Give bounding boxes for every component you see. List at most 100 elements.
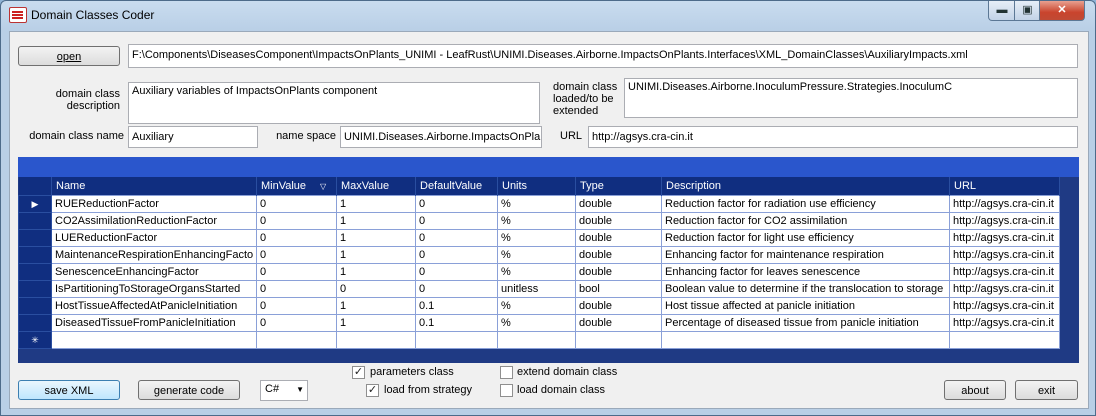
cell-defaultvalue[interactable]: 0 (415, 195, 498, 213)
new-cell-name[interactable] (51, 331, 257, 349)
generate-code-button[interactable]: generate code (138, 380, 240, 400)
new-cell-minvalue[interactable] (256, 331, 337, 349)
table-row[interactable]: HostTissueAffectedAtPanicleInitiation 0 1 0… (18, 297, 1060, 315)
cell-type[interactable]: double (575, 246, 662, 264)
column-header-maxvalue[interactable]: MaxValue (336, 177, 416, 196)
cell-type[interactable]: double (575, 195, 662, 213)
cell-defaultvalue[interactable]: 0.1 (415, 297, 498, 315)
table-row[interactable]: DiseasedTissueFromPanicleInitiation 0 1 0.1… (18, 314, 1060, 332)
cell-description[interactable]: Reduction factor for radiation use effic… (661, 195, 950, 213)
minimize-button[interactable]: ▬ (988, 1, 1016, 21)
cell-type[interactable]: double (575, 229, 662, 247)
cell-url[interactable]: http://agsys.cra-cin.it (949, 246, 1060, 264)
cell-minvalue[interactable]: 0 (256, 297, 337, 315)
row-header[interactable] (18, 314, 52, 332)
load-from-strategy-checkbox[interactable]: ✓ (366, 384, 379, 397)
cell-description[interactable]: Host tissue affected at panicle initiati… (661, 297, 950, 315)
cell-url[interactable]: http://agsys.cra-cin.it (949, 195, 1060, 213)
column-header-minvalue[interactable]: MinValue ▽ (256, 177, 337, 196)
cell-minvalue[interactable]: 0 (256, 212, 337, 230)
table-row[interactable]: ▶ RUEReductionFactor 0 1 0% double Reduction f… (18, 195, 1060, 213)
cell-name[interactable]: RUEReductionFactor (51, 195, 257, 213)
cell-type[interactable]: bool (575, 280, 662, 298)
cell-minvalue[interactable]: 0 (256, 229, 337, 247)
cell-defaultvalue[interactable]: 0 (415, 246, 498, 264)
cell-url[interactable]: http://agsys.cra-cin.it (949, 297, 1060, 315)
cell-name[interactable]: IsPartitioningToStorageOrgansStarted (51, 280, 257, 298)
cell-units[interactable]: % (497, 263, 576, 281)
cell-url[interactable]: http://agsys.cra-cin.it (949, 212, 1060, 230)
cell-maxvalue[interactable]: 1 (336, 263, 416, 281)
row-header[interactable] (18, 229, 52, 247)
language-select[interactable]: C# ▼ (260, 380, 308, 401)
cell-units[interactable]: % (497, 195, 576, 213)
row-header[interactable] (18, 263, 52, 281)
cell-maxvalue[interactable]: 0 (336, 280, 416, 298)
cell-minvalue[interactable]: 0 (256, 280, 337, 298)
cell-description[interactable]: Reduction factor for CO2 assimilation (661, 212, 950, 230)
cell-defaultvalue[interactable]: 0 (415, 280, 498, 298)
cell-units[interactable]: % (497, 297, 576, 315)
cell-description[interactable]: Percentage of diseased tissue from panic… (661, 314, 950, 332)
cell-url[interactable]: http://agsys.cra-cin.it (949, 229, 1060, 247)
save-xml-button[interactable]: save XML (18, 380, 120, 400)
cell-url[interactable]: http://agsys.cra-cin.it (949, 263, 1060, 281)
cell-defaultvalue[interactable]: 0 (415, 212, 498, 230)
column-header-name[interactable]: Name (51, 177, 257, 196)
cell-units[interactable]: % (497, 246, 576, 264)
cell-description[interactable]: Boolean value to determine if the transl… (661, 280, 950, 298)
table-row[interactable]: IsPartitioningToStorageOrgansStarted 0 0 0 u… (18, 280, 1060, 298)
close-button[interactable]: ✕ (1039, 1, 1085, 21)
column-header-type[interactable]: Type (575, 177, 662, 196)
exit-button[interactable]: exit (1015, 380, 1078, 400)
cell-maxvalue[interactable]: 1 (336, 195, 416, 213)
cell-minvalue[interactable]: 0 (256, 195, 337, 213)
parameters-grid[interactable]: Name MinValue ▽ MaxValue DefaultValue Uni… (18, 157, 1079, 363)
row-header[interactable] (18, 297, 52, 315)
description-field[interactable]: Auxiliary variables of ImpactsOnPlants c… (128, 82, 540, 124)
cell-type[interactable]: double (575, 212, 662, 230)
table-row[interactable]: MaintenanceRespirationEnhancingFacto 0 1 0%… (18, 246, 1060, 264)
new-row[interactable]: ✳ (18, 331, 1060, 349)
extended-class-field[interactable]: UNIMI.Diseases.Airborne.InoculumPressure… (624, 78, 1078, 118)
cell-name[interactable]: CO2AssimilationReductionFactor (51, 212, 257, 230)
new-cell-url[interactable] (949, 331, 1060, 349)
cell-defaultvalue[interactable]: 0 (415, 229, 498, 247)
url-field[interactable]: http://agsys.cra-cin.it (588, 126, 1078, 148)
cell-maxvalue[interactable]: 1 (336, 246, 416, 264)
cell-type[interactable]: double (575, 263, 662, 281)
about-button[interactable]: about (944, 380, 1006, 400)
cell-minvalue[interactable]: 0 (256, 246, 337, 264)
cell-minvalue[interactable]: 0 (256, 314, 337, 332)
current-row-indicator[interactable]: ▶ (18, 195, 52, 213)
cell-description[interactable]: Reduction factor for light use efficienc… (661, 229, 950, 247)
cell-units[interactable]: unitless (497, 280, 576, 298)
table-row[interactable]: CO2AssimilationReductionFactor 0 1 0% double… (18, 212, 1060, 230)
namespace-field[interactable]: UNIMI.Diseases.Airborne.ImpactsOnPlant (340, 126, 542, 148)
new-cell-defaultvalue[interactable] (415, 331, 498, 349)
column-header-description[interactable]: Description (661, 177, 950, 196)
parameters-class-checkbox[interactable]: ✓ (352, 366, 365, 379)
maximize-button[interactable]: ▣ (1014, 1, 1041, 21)
cell-name[interactable]: MaintenanceRespirationEnhancingFacto (51, 246, 257, 264)
row-header[interactable] (18, 280, 52, 298)
row-header[interactable] (18, 246, 52, 264)
new-cell-type[interactable] (575, 331, 662, 349)
cell-type[interactable]: double (575, 314, 662, 332)
title-bar[interactable]: Domain Classes Coder ▬ ▣ ✕ (1, 1, 1095, 29)
cell-url[interactable]: http://agsys.cra-cin.it (949, 314, 1060, 332)
cell-type[interactable]: double (575, 297, 662, 315)
table-row[interactable]: LUEReductionFactor 0 1 0% double Reduction fa… (18, 229, 1060, 247)
column-header-url[interactable]: URL (949, 177, 1060, 196)
cell-name[interactable]: LUEReductionFactor (51, 229, 257, 247)
cell-units[interactable]: % (497, 229, 576, 247)
cell-description[interactable]: Enhancing factor for maintenance respira… (661, 246, 950, 264)
cell-units[interactable]: % (497, 212, 576, 230)
new-cell-description[interactable] (661, 331, 950, 349)
cell-maxvalue[interactable]: 1 (336, 229, 416, 247)
row-header[interactable] (18, 212, 52, 230)
cell-minvalue[interactable]: 0 (256, 263, 337, 281)
cell-description[interactable]: Enhancing factor for leaves senescence (661, 263, 950, 281)
extend-domain-class-checkbox[interactable] (500, 366, 513, 379)
cell-defaultvalue[interactable]: 0.1 (415, 314, 498, 332)
